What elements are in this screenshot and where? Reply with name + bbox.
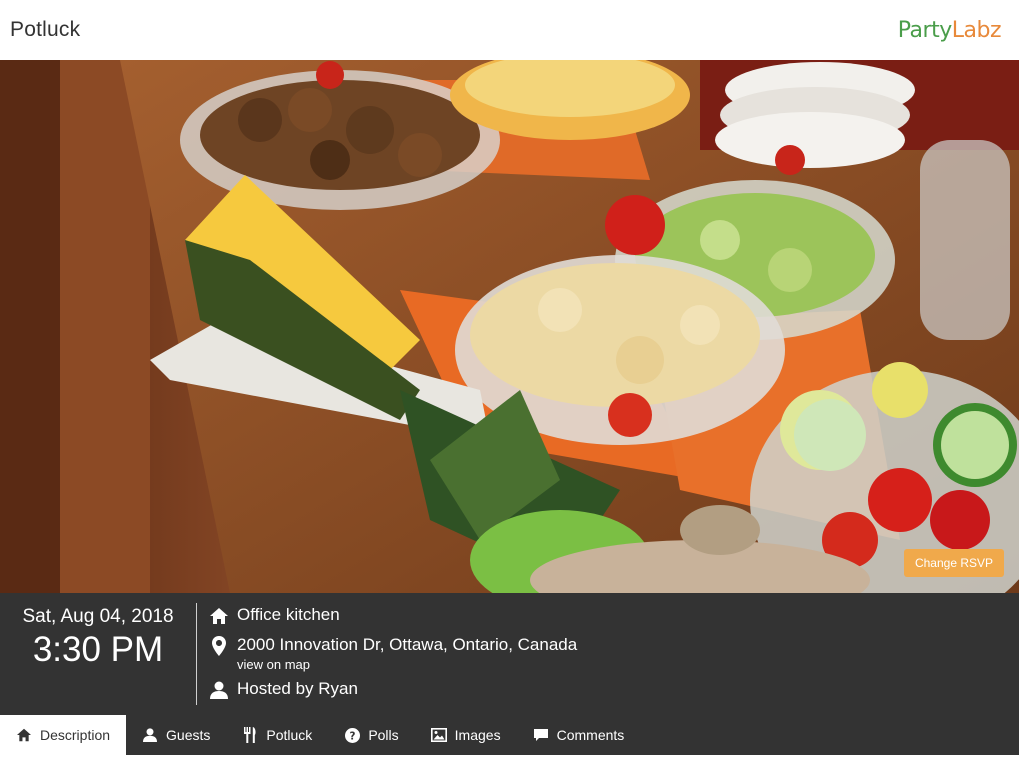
event-cover-photo: Change RSVP [0, 60, 1019, 593]
tab-description[interactable]: Description [0, 715, 127, 755]
page-title: Potluck [10, 18, 81, 41]
utensils-icon [242, 727, 258, 743]
tab-label: Guests [166, 727, 211, 743]
food-table-image [0, 60, 1019, 593]
event-time: 3:30 PM [32, 630, 164, 669]
partylabz-logo[interactable]: PartyLabz [897, 17, 1002, 43]
event-datetime: Sat, Aug 04, 2018 3:30 PM [0, 593, 196, 670]
tab-label: Description [40, 727, 111, 743]
event-address: 2000 Innovation Dr, Ottawa, Ontario, Can… [237, 635, 578, 654]
question-circle-icon: ? [344, 727, 360, 743]
logo-part-party: Party [897, 17, 952, 43]
image-icon [430, 727, 447, 743]
user-icon [142, 727, 158, 743]
location-row: Office kitchen [206, 605, 577, 635]
location-name: Office kitchen [237, 605, 340, 624]
tab-label: Images [454, 727, 501, 743]
svg-text:?: ? [349, 730, 355, 742]
logo-part-labz: Labz [951, 17, 1002, 43]
tab-comments[interactable]: Comments [517, 715, 641, 755]
tab-polls[interactable]: ? Polls [328, 715, 414, 755]
user-icon [206, 679, 231, 701]
tab-images[interactable]: Images [415, 715, 517, 755]
content-area [0, 755, 1019, 765]
comment-icon [533, 727, 549, 743]
view-on-map-link[interactable]: view on map [237, 657, 577, 679]
change-rsvp-button[interactable]: Change RSVP [903, 549, 1004, 577]
map-marker-icon [206, 635, 231, 657]
event-details: Office kitchen 2000 Innovation Dr, Ottaw… [206, 605, 577, 709]
event-host: Hosted by Ryan [237, 679, 358, 698]
tab-label: Polls [368, 727, 399, 743]
tab-label: Comments [556, 727, 625, 743]
tab-potluck[interactable]: Potluck [226, 715, 328, 755]
event-date: Sat, Aug 04, 2018 [22, 606, 174, 627]
tab-guests[interactable]: Guests [126, 715, 226, 755]
home-icon [206, 605, 231, 627]
host-row: Hosted by Ryan [206, 679, 577, 709]
info-divider [196, 603, 197, 705]
event-tabs: Description Guests Potluck ? Polls Image… [0, 715, 1019, 755]
event-info-bar: Sat, Aug 04, 2018 3:30 PM Office kitchen… [0, 593, 1019, 715]
tab-label: Potluck [266, 727, 313, 743]
home-icon [16, 727, 32, 743]
top-bar: Potluck PartyLabz [0, 0, 1019, 60]
